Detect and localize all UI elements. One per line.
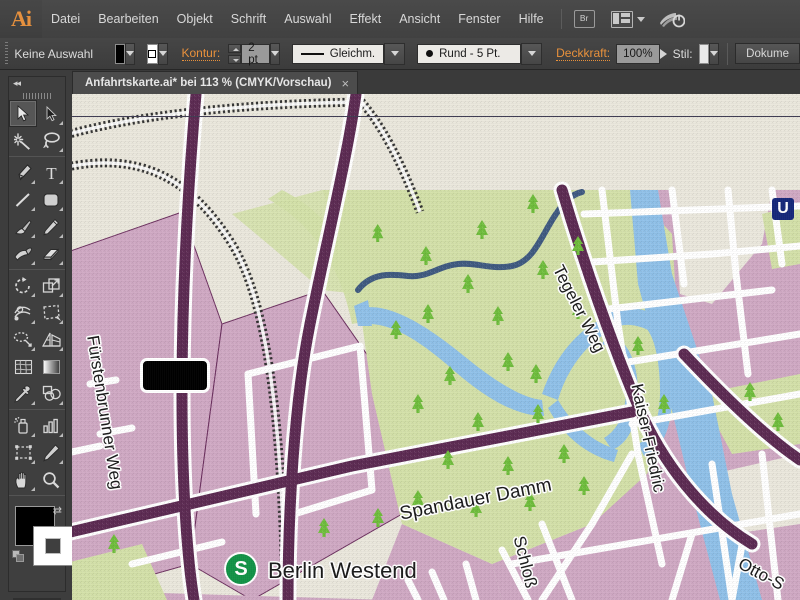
menu-item-ansicht[interactable]: Ansicht bbox=[390, 0, 449, 38]
opacity-label[interactable]: Deckkraft: bbox=[556, 46, 611, 61]
selection-tool[interactable] bbox=[9, 100, 37, 127]
station-label-berlin-westend: Berlin Westend bbox=[268, 558, 417, 583]
sbahn-station-icon: S bbox=[224, 552, 258, 586]
illustrator-window: Ai Datei Bearbeiten Objekt Schrift Auswa… bbox=[0, 0, 800, 600]
eraser-tool[interactable] bbox=[37, 240, 65, 267]
selection-status: Keine Auswahl bbox=[14, 46, 94, 61]
brush-combo[interactable]: Rund - 5 Pt. bbox=[417, 42, 543, 65]
menu-item-fenster[interactable]: Fenster bbox=[449, 0, 509, 38]
control-bar: Keine Auswahl Kontur: 2 pt Gleichm. Rund… bbox=[0, 38, 800, 70]
stroke-profile-label: Gleichm. bbox=[329, 47, 376, 60]
tools-panel-header: ◂◂ bbox=[9, 77, 65, 91]
opacity-field[interactable]: 100% bbox=[616, 43, 660, 64]
paintbrush-tool[interactable] bbox=[9, 213, 37, 240]
brush-label: Rund - 5 Pt. bbox=[439, 47, 501, 60]
tools-grid: T bbox=[9, 100, 65, 498]
document-tab-bar: Anfahrtskarte.ai* bei 113 % (CMYK/Vorsch… bbox=[72, 70, 800, 95]
fill-stroke-controls: ⇄ bbox=[9, 502, 73, 594]
type-tool[interactable]: T bbox=[37, 159, 65, 186]
stroke-swatch[interactable] bbox=[147, 43, 158, 64]
close-icon[interactable]: × bbox=[341, 77, 349, 90]
symbol-sprayer-tool[interactable] bbox=[9, 412, 37, 439]
width-tool[interactable] bbox=[9, 299, 37, 326]
document-tab[interactable]: Anfahrtskarte.ai* bei 113 % (CMYK/Vorsch… bbox=[72, 71, 359, 94]
rotate-tool[interactable] bbox=[9, 272, 37, 299]
fill-swatch[interactable] bbox=[115, 43, 126, 64]
opacity-flyout-button[interactable] bbox=[659, 48, 667, 59]
shape-builder-tool[interactable] bbox=[9, 326, 37, 353]
line-segment-tool[interactable] bbox=[9, 186, 37, 213]
stroke-color-swatch[interactable] bbox=[33, 526, 73, 566]
stroke-profile-preview-icon bbox=[301, 52, 324, 55]
gradient-tool[interactable] bbox=[37, 353, 65, 380]
menu-item-objekt[interactable]: Objekt bbox=[168, 0, 222, 38]
tools-panel-gripper[interactable] bbox=[9, 91, 65, 100]
stroke-profile-dropdown[interactable] bbox=[384, 42, 406, 65]
menu-bar: Ai Datei Bearbeiten Objekt Schrift Auswa… bbox=[0, 0, 800, 39]
column-graph-tool[interactable] bbox=[37, 412, 65, 439]
blob-brush-tool[interactable] bbox=[9, 240, 37, 267]
scale-tool[interactable] bbox=[37, 272, 65, 299]
menu-item-effekt[interactable]: Effekt bbox=[340, 0, 390, 38]
collapse-panel-icon[interactable]: ◂◂ bbox=[13, 78, 21, 89]
hand-tool[interactable] bbox=[9, 466, 37, 493]
menu-item-schrift[interactable]: Schrift bbox=[222, 0, 275, 38]
ubahn-station-icon: U bbox=[772, 198, 794, 220]
document-setup-button[interactable]: Dokume bbox=[735, 43, 800, 64]
free-transform-tool[interactable] bbox=[37, 299, 65, 326]
graphic-style-dropdown[interactable] bbox=[708, 42, 719, 65]
zoom-tool[interactable] bbox=[37, 466, 65, 493]
stroke-weight-dropdown[interactable] bbox=[270, 42, 281, 65]
brush-dropdown[interactable] bbox=[521, 42, 543, 65]
arrange-documents-icon bbox=[610, 10, 633, 28]
brush-preview-icon bbox=[426, 50, 434, 57]
tools-panel: ◂◂ T ⇄ bbox=[8, 76, 73, 600]
fill-dropdown[interactable] bbox=[125, 42, 136, 65]
magic-wand-tool[interactable] bbox=[9, 127, 37, 154]
pen-tool[interactable] bbox=[9, 159, 37, 186]
style-label: Stil: bbox=[672, 46, 693, 61]
menu-item-datei[interactable]: Datei bbox=[42, 0, 89, 38]
brush-display: Rund - 5 Pt. bbox=[417, 43, 522, 64]
bridge-icon[interactable]: Br bbox=[573, 10, 595, 28]
perspective-grid-tool[interactable] bbox=[37, 326, 65, 353]
black-rounded-rectangle-object[interactable] bbox=[140, 358, 210, 393]
artboard-edge bbox=[72, 116, 800, 117]
menu-item-hilfe[interactable]: Hilfe bbox=[510, 0, 553, 38]
direct-selection-tool[interactable] bbox=[37, 100, 65, 127]
workspace-switcher-icon[interactable] bbox=[659, 10, 686, 28]
menu-item-bearbeiten[interactable]: Bearbeiten bbox=[89, 0, 167, 38]
mesh-tool[interactable] bbox=[9, 353, 37, 380]
stroke-profile-display: Gleichm. bbox=[292, 43, 385, 64]
control-bar-gripper[interactable] bbox=[5, 41, 9, 66]
rectangle-tool[interactable] bbox=[37, 186, 65, 213]
eyedropper-tool[interactable] bbox=[9, 380, 37, 407]
stroke-label[interactable]: Kontur: bbox=[181, 46, 221, 61]
graphic-style-swatch[interactable] bbox=[698, 43, 709, 64]
svg-text:T: T bbox=[46, 164, 57, 181]
lasso-tool[interactable] bbox=[37, 127, 65, 154]
menu-item-auswahl[interactable]: Auswahl bbox=[275, 0, 340, 38]
slice-tool[interactable] bbox=[37, 439, 65, 466]
swap-fill-stroke-icon[interactable]: ⇄ bbox=[53, 504, 62, 517]
stroke-profile-combo[interactable]: Gleichm. bbox=[292, 42, 406, 65]
blend-tool[interactable] bbox=[37, 380, 65, 407]
artboard-tool[interactable] bbox=[9, 439, 37, 466]
stroke-weight-field[interactable]: 2 pt bbox=[241, 42, 271, 66]
arrange-documents-button[interactable] bbox=[610, 10, 645, 28]
chevron-down-icon bbox=[636, 16, 645, 22]
stroke-weight-stepper[interactable] bbox=[228, 43, 242, 64]
default-fill-stroke-icon[interactable] bbox=[12, 550, 25, 563]
map-artwork bbox=[72, 94, 800, 600]
stroke-dropdown[interactable] bbox=[157, 42, 168, 65]
pencil-tool[interactable] bbox=[37, 213, 65, 240]
app-logo: Ai bbox=[0, 0, 42, 38]
document-tab-label: Anfahrtskarte.ai* bei 113 % (CMYK/Vorsch… bbox=[85, 77, 332, 89]
menu-divider bbox=[560, 9, 562, 29]
document-canvas[interactable]: Fürstenbrunner Weg Tegeler Weg Spandauer… bbox=[72, 94, 800, 600]
play-arrow-icon bbox=[659, 48, 667, 59]
